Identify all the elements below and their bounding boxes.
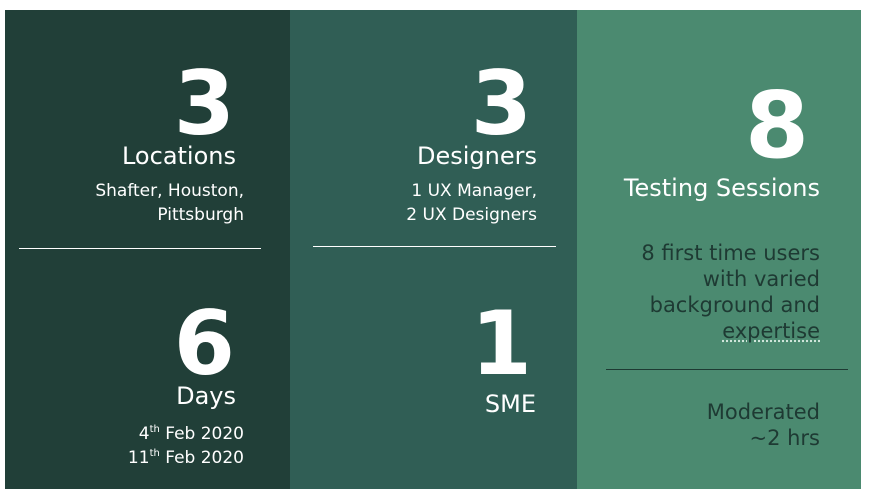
divider (606, 369, 848, 370)
mode-line-1: Moderated (706, 400, 820, 424)
sme-count: 1 (470, 292, 532, 395)
locations-line-1: Shafter, Houston, (95, 181, 244, 201)
testing-count: 8 (744, 72, 809, 179)
locations-count: 3 (173, 52, 235, 155)
end-date: 11th Feb 2020 (127, 448, 244, 468)
testing-label: Testing Sessions (623, 174, 820, 202)
testing-users: 8 first time users with varied backgroun… (641, 240, 820, 344)
users-line-3: background and (649, 293, 820, 317)
days-label: Days (176, 382, 236, 410)
designers-line-2: 2 UX Designers (406, 205, 537, 225)
designers-line-1: 1 UX Manager, (411, 181, 537, 201)
designers-label: Designers (417, 142, 537, 170)
locations-line-2: Pittsburgh (157, 205, 244, 225)
mode-line-2: ~2 hrs (749, 426, 820, 450)
users-line-2: with varied (702, 267, 820, 291)
divider (19, 248, 261, 249)
locations-list: Shafter, Houston, Pittsburgh (95, 179, 244, 227)
testing-mode: Moderated ~2 hrs (707, 399, 820, 451)
days-count: 6 (173, 292, 235, 395)
days-dates: 4th Feb 2020 11th Feb 2020 (128, 422, 244, 470)
divider (313, 246, 556, 247)
locations-label: Locations (121, 142, 236, 170)
start-date: 4th Feb 2020 (138, 424, 244, 444)
users-line-4: expertise (722, 319, 820, 343)
designers-detail: 1 UX Manager, 2 UX Designers (406, 179, 537, 227)
testing-panel: 8 Testing Sessions 8 first time users wi… (577, 10, 861, 489)
locations-days-panel: 3 Locations Shafter, Houston, Pittsburgh… (5, 10, 290, 489)
designers-count: 3 (470, 52, 532, 155)
users-line-1: 8 first time users (641, 241, 820, 265)
designers-sme-panel: 3 Designers 1 UX Manager, 2 UX Designers… (290, 10, 577, 489)
sme-label: SME (484, 390, 536, 418)
